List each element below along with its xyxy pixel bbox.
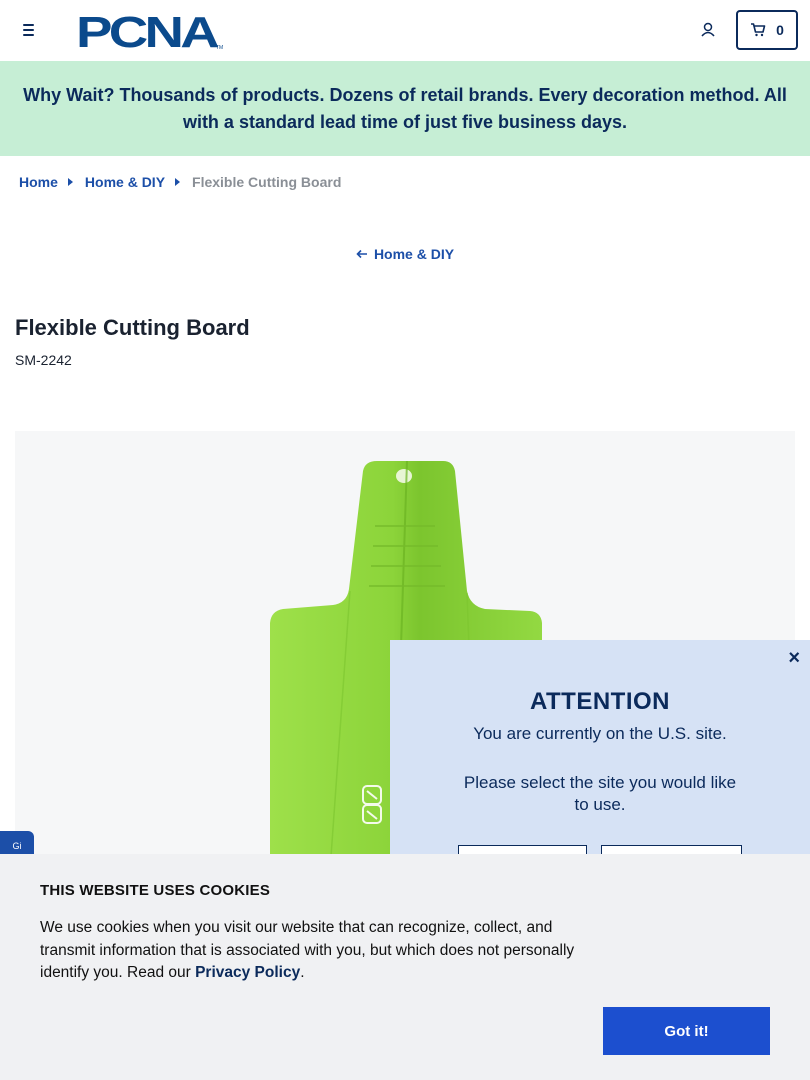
promo-text: Why Wait? Thousands of products. Dozens … [23, 84, 787, 132]
breadcrumb-home[interactable]: Home [19, 174, 58, 190]
site-select-modal: × ATTENTION You are currently on the U.S… [390, 640, 810, 885]
back-link-container: Home & DIY [0, 246, 810, 262]
product-sku: SM-2242 [15, 352, 72, 368]
cookie-banner: THIS WEBSITE USES COOKIES We use cookies… [0, 854, 810, 1080]
side-tab-label: Gi [12, 841, 22, 851]
cart-count: 0 [776, 22, 784, 38]
modal-message: You are currently on the U.S. site. [473, 724, 727, 743]
promo-banner: Why Wait? Thousands of products. Dozens … [0, 61, 810, 156]
page-title: Flexible Cutting Board [15, 315, 250, 340]
cart-button[interactable]: 0 [736, 10, 798, 50]
caret-right-icon [67, 178, 73, 186]
account-icon[interactable] [698, 20, 718, 40]
cookie-suffix: . [300, 964, 305, 981]
modal-title: ATTENTION [529, 688, 671, 715]
cookie-text: We use cookies when you visit our websit… [40, 917, 600, 985]
close-icon[interactable]: × [788, 648, 800, 668]
menu-icon[interactable] [18, 20, 38, 40]
logo-trademark: TM [216, 45, 223, 51]
back-link-label: Home & DIY [373, 246, 455, 262]
breadcrumb-home-diy[interactable]: Home & DIY [85, 174, 165, 190]
page: PCNA TM 0 Why Wait? Thousands of product… [0, 0, 810, 1080]
cookie-accept-button[interactable]: Got it! [603, 1007, 770, 1055]
breadcrumb: Home Home & DIY Flexible Cutting Board [19, 174, 341, 190]
arrow-left-icon [356, 249, 367, 259]
cookie-body: We use cookies when you visit our websit… [40, 919, 575, 981]
logo-text: PCNA [76, 11, 219, 51]
back-link[interactable]: Home & DIY [356, 246, 454, 262]
cart-icon [751, 23, 766, 37]
breadcrumb-current: Flexible Cutting Board [192, 174, 342, 190]
caret-right-icon [175, 178, 181, 186]
cookie-title: THIS WEBSITE USES COOKIES [40, 882, 271, 899]
modal-instruction: Please select the site you would like to… [463, 773, 737, 814]
pcna-logo[interactable]: PCNA TM [76, 11, 224, 51]
site-header: PCNA TM 0 [0, 0, 810, 61]
privacy-policy-link[interactable]: Privacy Policy [195, 964, 300, 981]
